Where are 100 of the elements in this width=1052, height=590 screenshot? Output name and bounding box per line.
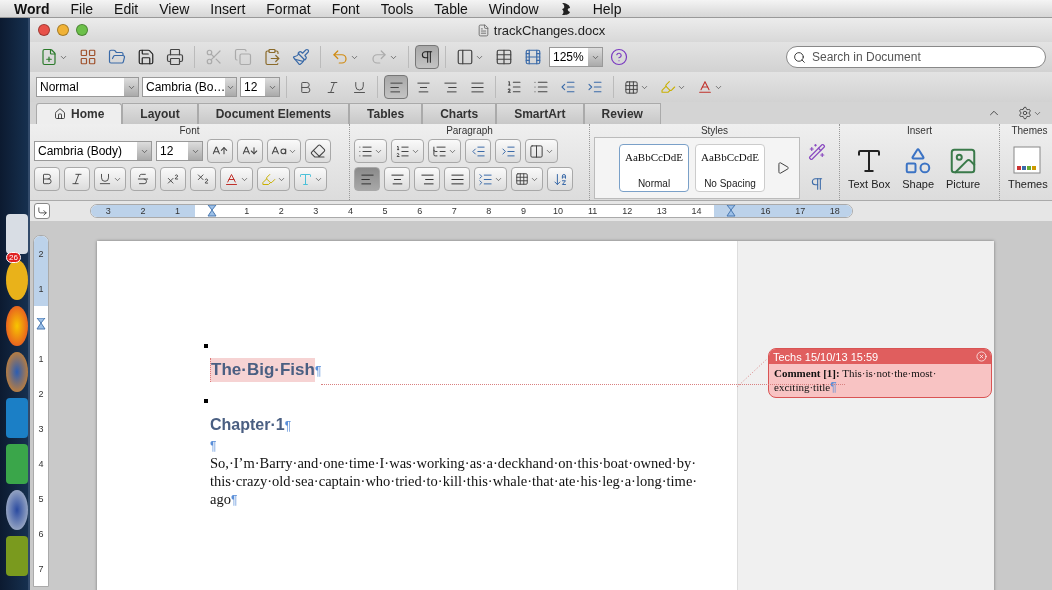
app-icon[interactable] bbox=[6, 260, 28, 300]
ruler-number: 2 bbox=[278, 206, 284, 216]
font-select[interactable]: Cambria (Bo… bbox=[142, 77, 237, 97]
columns-button[interactable] bbox=[525, 139, 558, 163]
tab-selector[interactable] bbox=[34, 203, 50, 219]
ribbon-tab[interactable]: SmartArt bbox=[496, 103, 584, 124]
ribbon-tab[interactable]: Layout bbox=[122, 103, 198, 124]
menu-item[interactable]: File bbox=[70, 0, 94, 18]
multilevel-list-button[interactable] bbox=[428, 139, 461, 163]
underline-button[interactable] bbox=[94, 167, 126, 191]
shrink-font-button[interactable] bbox=[237, 139, 263, 163]
align-left-button[interactable] bbox=[354, 167, 380, 191]
size-select[interactable]: 12 bbox=[156, 141, 203, 161]
subscript-button[interactable] bbox=[190, 167, 216, 191]
search-box[interactable]: Search in Document bbox=[786, 46, 1046, 68]
menu-item[interactable]: Insert bbox=[210, 0, 246, 18]
minimize-button[interactable] bbox=[57, 24, 69, 36]
grid-icon bbox=[79, 48, 97, 66]
ruler-number: 6 bbox=[417, 206, 423, 216]
sidebar-icon bbox=[456, 48, 474, 66]
underline-icon bbox=[351, 79, 367, 95]
text-effects-icon bbox=[298, 171, 313, 187]
zoom-select[interactable]: 125% bbox=[549, 47, 603, 67]
indent-button[interactable] bbox=[495, 139, 521, 163]
menu-item[interactable]: View bbox=[159, 0, 190, 18]
numbering-button[interactable] bbox=[391, 139, 424, 163]
style-tile[interactable]: AaBbCcDdE Normal bbox=[619, 144, 689, 192]
style-select[interactable]: Normal bbox=[36, 77, 139, 97]
script-icon[interactable] bbox=[559, 1, 572, 16]
app-icon[interactable] bbox=[6, 306, 28, 346]
app-menu[interactable]: Word bbox=[14, 0, 50, 18]
ruler-number: 10 bbox=[553, 206, 563, 216]
superscript-button[interactable] bbox=[160, 167, 186, 191]
styles-icon bbox=[808, 143, 826, 161]
new-document-icon bbox=[40, 48, 58, 66]
justify-button[interactable] bbox=[444, 167, 470, 191]
indent-marker-icon bbox=[207, 205, 218, 217]
paintbrush-icon bbox=[292, 48, 310, 66]
app-icon[interactable] bbox=[6, 490, 28, 530]
strikethrough-button[interactable] bbox=[130, 167, 156, 191]
printer-icon bbox=[166, 48, 184, 66]
outdent-icon bbox=[470, 143, 486, 159]
size-select[interactable]: 12 bbox=[240, 77, 280, 97]
heading-text: The·Big·Fish bbox=[210, 358, 315, 382]
ruler-number: 2 bbox=[38, 248, 44, 259]
menu-item[interactable]: Help bbox=[592, 0, 622, 18]
indent-marker-icon bbox=[726, 205, 736, 217]
superscript-icon bbox=[166, 172, 180, 186]
settings-icon bbox=[1018, 106, 1032, 120]
outdent-button[interactable] bbox=[465, 139, 491, 163]
line-spacing-button[interactable] bbox=[474, 167, 507, 191]
italic-button[interactable] bbox=[64, 167, 90, 191]
ruler-number: 14 bbox=[691, 206, 702, 216]
change-case-button[interactable] bbox=[267, 139, 301, 163]
bold-button[interactable] bbox=[34, 167, 60, 191]
vertical-ruler[interactable]: 2 1 1 2 3 4 5 6 7 bbox=[33, 235, 49, 587]
ribbon-tab[interactable]: Document Elements bbox=[197, 103, 350, 124]
app-icon[interactable] bbox=[6, 352, 28, 392]
align-right-button[interactable] bbox=[414, 167, 440, 191]
numbered-list-icon bbox=[395, 143, 410, 159]
align-center-button[interactable] bbox=[384, 167, 410, 191]
insert-button[interactable]: Text Box bbox=[844, 144, 895, 192]
clear-formatting-button[interactable] bbox=[305, 139, 331, 163]
ribbon-tab[interactable]: Charts bbox=[422, 103, 497, 124]
ruler-number: 8 bbox=[486, 206, 492, 216]
menu-item[interactable]: Tools bbox=[380, 0, 414, 18]
insert-button[interactable]: Picture bbox=[942, 144, 985, 192]
horizontal-ruler[interactable]: 3 2 1 1 2 3 4 5 6 7 8 9 10 11 12 13 14 16 17 18 bbox=[90, 204, 854, 218]
ribbon-tab[interactable]: Tables bbox=[349, 103, 423, 124]
ribbon-tab[interactable]: Review bbox=[583, 103, 661, 124]
ruler-number: 9 bbox=[520, 206, 526, 216]
align-icon bbox=[449, 171, 465, 187]
themes-button[interactable]: Themes bbox=[1004, 144, 1052, 192]
ribbon-tab[interactable]: Home bbox=[36, 103, 123, 124]
menu-item[interactable]: Window bbox=[488, 0, 539, 18]
grow-font-button[interactable] bbox=[207, 139, 233, 163]
menu-item[interactable]: Table bbox=[434, 0, 468, 18]
tab-stop-icon bbox=[36, 205, 48, 217]
font-select[interactable]: Cambria (Body) bbox=[34, 141, 152, 161]
style-tile[interactable]: AaBbCcDdE No Spacing bbox=[695, 144, 765, 192]
font-color-button[interactable] bbox=[220, 167, 253, 191]
search-field[interactable]: Search in Document bbox=[810, 48, 1039, 66]
align-left-button[interactable] bbox=[384, 75, 408, 99]
sort-button[interactable] bbox=[547, 167, 573, 191]
zoom-button[interactable] bbox=[76, 24, 88, 36]
menu-item[interactable]: Font bbox=[331, 0, 360, 18]
close-button[interactable] bbox=[38, 24, 50, 36]
insert-button[interactable]: Shape bbox=[898, 144, 938, 192]
comment-text: exciting·title bbox=[774, 380, 831, 394]
bullets-button[interactable] bbox=[354, 139, 387, 163]
menu-item[interactable]: Edit bbox=[114, 0, 139, 18]
document-icon bbox=[476, 23, 490, 37]
borders-button[interactable] bbox=[511, 167, 543, 191]
play-icon bbox=[776, 161, 790, 175]
menu-item[interactable]: Format bbox=[266, 0, 311, 18]
copy-icon bbox=[234, 48, 252, 66]
show-marks-button[interactable] bbox=[415, 45, 439, 69]
ruler-number: 3 bbox=[313, 206, 319, 216]
heading-text: Chapter·1 bbox=[210, 415, 285, 435]
columns-icon bbox=[529, 143, 544, 159]
